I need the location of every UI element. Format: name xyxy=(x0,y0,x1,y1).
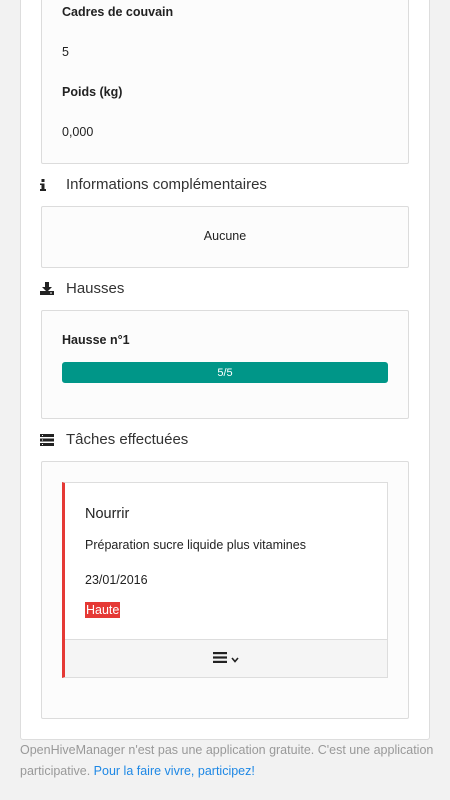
supers-title: Hausses xyxy=(66,280,125,297)
participate-link[interactable]: Pour la faire vivre, participez! xyxy=(94,764,255,778)
tasks-title: Tâches effectuées xyxy=(66,431,189,448)
supers-heading: Hausses xyxy=(40,280,124,297)
task-date: 23/01/2016 xyxy=(85,573,148,587)
download-icon xyxy=(40,282,58,295)
super-progress-fill: 5/5 xyxy=(62,362,388,383)
super-label: Hausse n°1 xyxy=(62,333,130,347)
task-card: Nourrir Préparation sucre liquide plus v… xyxy=(62,482,388,678)
chevron-down-icon xyxy=(231,650,239,668)
task-title: Nourrir xyxy=(85,506,130,522)
additional-info-title: Informations complémentaires xyxy=(66,176,267,193)
super-progress-bar: 5/5 xyxy=(62,362,388,383)
additional-info-value: Aucune xyxy=(203,229,247,243)
additional-info-heading: Informations complémentaires xyxy=(40,176,267,193)
menu-icon xyxy=(213,650,227,668)
task-priority-badge: Haute xyxy=(85,602,121,618)
footer-note: OpenHiveManager n'est pas une applicatio… xyxy=(20,740,440,782)
list-icon xyxy=(40,433,58,446)
task-actions-menu-button[interactable] xyxy=(65,639,387,677)
brood-frames-label: Cadres de couvain xyxy=(62,5,174,19)
info-icon xyxy=(40,178,58,191)
tasks-heading: Tâches effectuées xyxy=(40,431,188,448)
task-description: Préparation sucre liquide plus vitamines xyxy=(85,538,306,552)
brood-frames-value: 5 xyxy=(62,45,69,59)
hive-characteristics-panel xyxy=(41,0,409,164)
weight-label: Poids (kg) xyxy=(62,85,123,99)
weight-value: 0,000 xyxy=(62,125,94,139)
